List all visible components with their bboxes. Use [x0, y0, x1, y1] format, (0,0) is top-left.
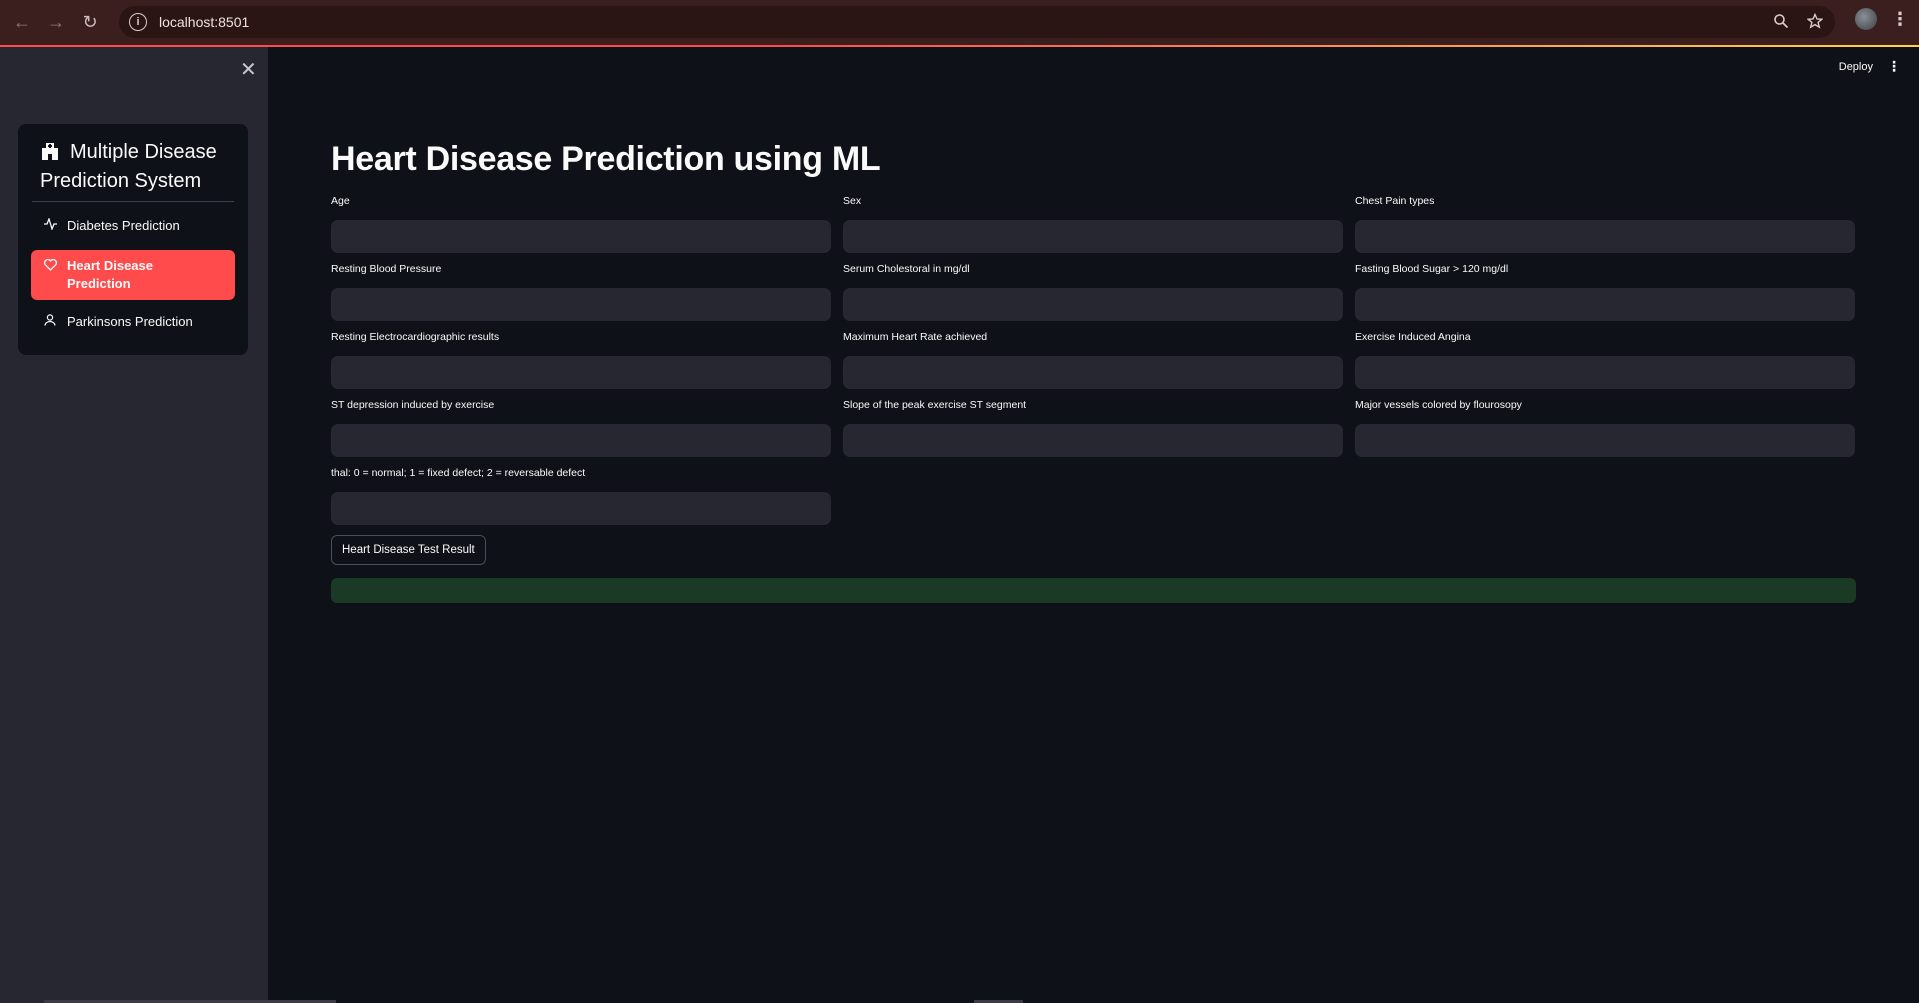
- back-icon[interactable]: ←: [10, 11, 34, 35]
- sidebar-item-parkinsons[interactable]: Parkinsons Prediction: [31, 304, 235, 338]
- max-heart-rate-input[interactable]: [843, 356, 1343, 389]
- sidebar-item-diabetes[interactable]: Diabetes Prediction: [31, 208, 235, 242]
- heart-icon: [43, 258, 57, 276]
- forward-icon[interactable]: →: [44, 11, 68, 35]
- age-field: Age: [331, 195, 831, 253]
- resting-bp-field: Resting Blood Pressure: [331, 263, 831, 321]
- field-label: Slope of the peak exercise ST segment: [843, 399, 1027, 411]
- option-menu: Multiple Disease Prediction System Diabe…: [18, 124, 248, 355]
- menu-divider: [32, 201, 234, 202]
- resting-bp-input[interactable]: [331, 288, 831, 321]
- major-vessels-input[interactable]: [1355, 424, 1855, 457]
- sidebar-item-heart-disease[interactable]: Heart Disease Prediction: [31, 250, 235, 300]
- zoom-icon[interactable]: [1773, 13, 1789, 34]
- cholesterol-input[interactable]: [843, 288, 1343, 321]
- field-label: Exercise Induced Angina: [1355, 331, 1471, 343]
- profile-avatar[interactable]: [1855, 8, 1877, 30]
- major-vessels-field: Major vessels colored by flourosopy: [1355, 399, 1855, 457]
- field-label: Fasting Blood Sugar > 120 mg/dl: [1355, 263, 1509, 275]
- resting-ecg-field: Resting Electrocardiographic results: [331, 331, 831, 389]
- site-info-icon[interactable]: i: [129, 13, 147, 31]
- chest-pain-field: Chest Pain types: [1355, 195, 1855, 253]
- sidebar-item-label: Heart Disease Prediction: [67, 258, 153, 291]
- cholesterol-field: Serum Cholestoral in mg/dl: [843, 263, 1343, 321]
- menu-title-text: Multiple Disease Prediction System: [40, 141, 217, 192]
- exercise-angina-input[interactable]: [1355, 356, 1855, 389]
- browser-toolbar: ← → ↻ i localhost:8501 ⋮: [0, 0, 1919, 45]
- bookmark-star-icon[interactable]: [1806, 12, 1824, 34]
- result-alert: [331, 578, 1856, 603]
- field-label: Chest Pain types: [1355, 195, 1435, 207]
- reload-icon[interactable]: ↻: [78, 11, 102, 35]
- app-toolbar: Deploy ⋮: [1839, 58, 1901, 75]
- st-depression-input[interactable]: [331, 424, 831, 457]
- st-slope-field: Slope of the peak exercise ST segment: [843, 399, 1343, 457]
- field-label: Resting Blood Pressure: [331, 263, 442, 275]
- fasting-sugar-input[interactable]: [1355, 288, 1855, 321]
- st-depression-field: ST depression induced by exercise: [331, 399, 831, 457]
- deploy-button[interactable]: Deploy: [1839, 61, 1873, 73]
- chest-pain-input[interactable]: [1355, 220, 1855, 253]
- thal-input[interactable]: [331, 492, 831, 525]
- browser-menu-icon[interactable]: ⋮: [1891, 9, 1909, 30]
- age-input[interactable]: [331, 220, 831, 253]
- menu-title: Multiple Disease Prediction System: [40, 138, 236, 196]
- activity-icon: [43, 216, 57, 233]
- heart-disease-test-result-button[interactable]: Heart Disease Test Result: [331, 535, 486, 565]
- resting-ecg-input[interactable]: [331, 356, 831, 389]
- address-bar[interactable]: i localhost:8501: [119, 6, 1835, 38]
- sidebar: ✕ Multiple Disease Prediction System Dia…: [0, 47, 268, 1003]
- fasting-sugar-field: Fasting Blood Sugar > 120 mg/dl: [1355, 263, 1855, 321]
- field-label: Age: [331, 195, 350, 207]
- max-heart-rate-field: Maximum Heart Rate achieved: [843, 331, 1343, 389]
- field-label: Serum Cholestoral in mg/dl: [843, 263, 970, 275]
- sidebar-item-label: Diabetes Prediction: [67, 217, 180, 233]
- page-title: Heart Disease Prediction using ML: [331, 140, 881, 178]
- field-label: Maximum Heart Rate achieved: [843, 331, 988, 343]
- field-label: Resting Electrocardiographic results: [331, 331, 500, 343]
- person-icon: [43, 313, 57, 329]
- app-menu-icon[interactable]: ⋮: [1887, 58, 1901, 75]
- header-decoration-bar: [0, 45, 1919, 47]
- field-label: Major vessels colored by flourosopy: [1355, 399, 1522, 411]
- sex-field: Sex: [843, 195, 1343, 253]
- sex-input[interactable]: [843, 220, 1343, 253]
- hospital-icon: [42, 143, 58, 160]
- url-text[interactable]: localhost:8501: [159, 14, 249, 30]
- field-label: thal: 0 = normal; 1 = fixed defect; 2 = …: [331, 467, 586, 479]
- thal-field: thal: 0 = normal; 1 = fixed defect; 2 = …: [331, 467, 831, 525]
- st-slope-input[interactable]: [843, 424, 1343, 457]
- close-icon[interactable]: ✕: [240, 57, 257, 82]
- field-label: ST depression induced by exercise: [331, 399, 495, 411]
- sidebar-item-label: Parkinsons Prediction: [67, 313, 193, 329]
- field-label: Sex: [843, 195, 862, 207]
- exercise-angina-field: Exercise Induced Angina: [1355, 331, 1855, 389]
